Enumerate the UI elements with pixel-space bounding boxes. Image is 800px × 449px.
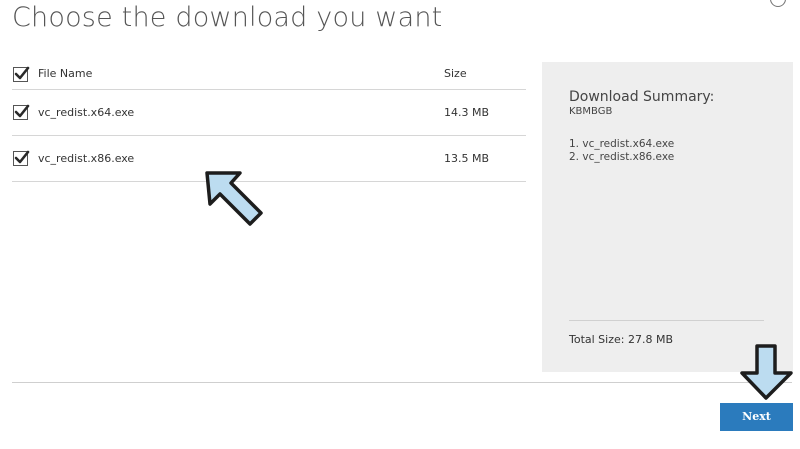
summary-item: 1. vc_redist.x64.exe (569, 138, 675, 150)
page-title: Choose the download you want (12, 2, 443, 33)
close-icon[interactable] (770, 0, 786, 7)
total-size: Total Size: 27.8 MB (569, 333, 673, 346)
download-page: Choose the download you want File Name S… (0, 0, 800, 449)
table-row[interactable]: vc_redist.x86.exe 13.5 MB (12, 136, 526, 182)
summary-item: 2. vc_redist.x86.exe (569, 151, 675, 163)
file-size: 13.5 MB (444, 152, 490, 165)
table-row[interactable]: vc_redist.x64.exe 14.3 MB (12, 90, 526, 136)
table-header: File Name Size (12, 60, 526, 90)
file-checkbox[interactable] (13, 150, 30, 166)
summary-title: Download Summary: (569, 89, 715, 105)
file-name: vc_redist.x64.exe (38, 106, 135, 119)
summary-divider (569, 320, 764, 321)
column-header-file-name: File Name (38, 67, 93, 80)
footer-divider (12, 382, 792, 383)
file-table: File Name Size vc_redist.x64.exe 14.3 MB… (12, 60, 526, 182)
arrow-up-left-icon (205, 171, 263, 226)
checkmark-icon (14, 150, 30, 164)
arrow-down-icon (740, 344, 793, 400)
file-size: 14.3 MB (444, 106, 490, 119)
file-name: vc_redist.x86.exe (38, 152, 135, 165)
file-checkbox[interactable] (13, 104, 30, 120)
column-header-size: Size (444, 67, 467, 80)
next-button[interactable]: Next (720, 403, 793, 431)
select-all-checkbox[interactable] (13, 66, 30, 82)
summary-list: 1. vc_redist.x64.exe 2. vc_redist.x86.ex… (569, 138, 674, 164)
checkmark-icon (14, 66, 30, 80)
summary-kb: KBMBGB (569, 106, 613, 117)
download-summary-panel: Download Summary: KBMBGB 1. vc_redist.x6… (542, 62, 793, 372)
checkmark-icon (14, 104, 30, 118)
